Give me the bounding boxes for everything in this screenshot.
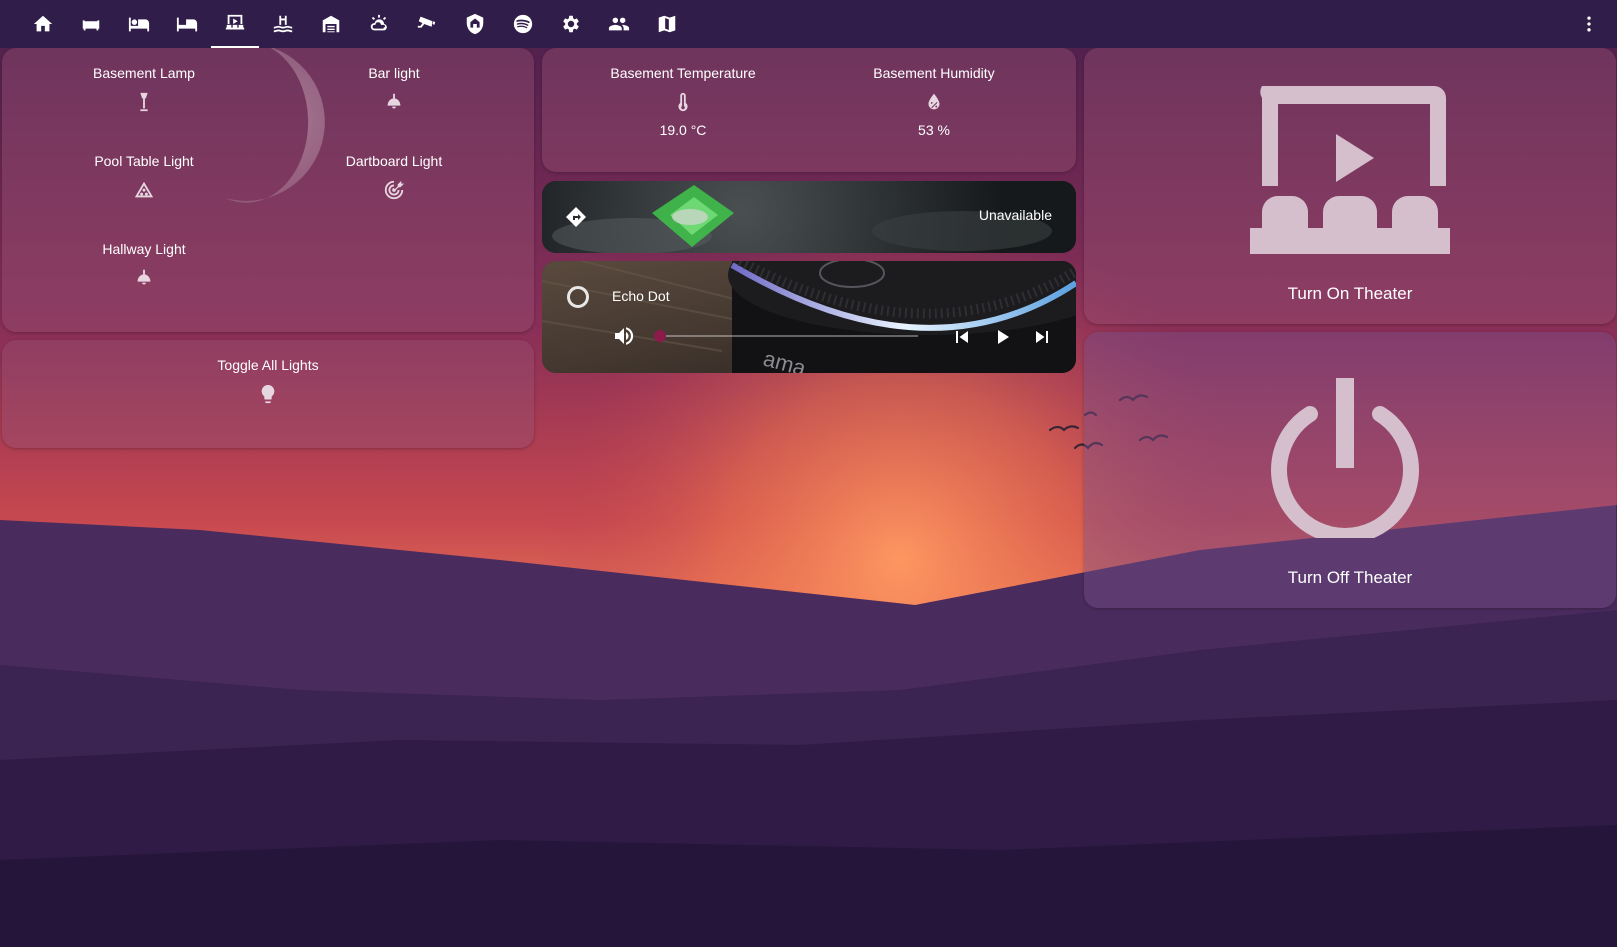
dots-vertical-icon[interactable] <box>1569 0 1609 48</box>
humidity-value: 53 % <box>918 122 950 138</box>
thermometer-icon <box>583 82 783 122</box>
alexa-ring-icon <box>567 286 589 308</box>
seek-handle[interactable] <box>654 330 666 342</box>
tile-label: Turn Off Theater <box>1287 568 1413 587</box>
dartboard-light-entity[interactable]: Dartboard Light <box>294 152 494 210</box>
cast-media-card[interactable]: Unavailable <box>542 181 1076 253</box>
media-artwork: ama <box>542 261 1076 373</box>
entity-name: Basement Temperature <box>610 65 756 81</box>
spotify-icon[interactable] <box>499 0 547 48</box>
volume-icon[interactable] <box>612 324 636 348</box>
toggle-all-lights-entity[interactable]: Toggle All Lights <box>168 356 368 414</box>
people-icon[interactable] <box>595 0 643 48</box>
top-toolbar <box>0 0 1617 48</box>
water-percent-icon <box>834 82 1034 122</box>
toggle-all-lights-card[interactable]: Toggle All Lights <box>2 340 534 448</box>
entity-name: Toggle All Lights <box>217 357 319 373</box>
ceiling-light-icon <box>294 82 494 122</box>
hallway-light-entity[interactable]: Hallway Light <box>44 240 244 298</box>
map-icon[interactable] <box>643 0 691 48</box>
sensors-card: Basement Temperature 19.0 °C Basement Hu… <box>542 48 1076 172</box>
ceiling-light-icon <box>44 258 244 298</box>
theater-icon[interactable] <box>211 0 259 48</box>
bed-empty-icon[interactable] <box>163 0 211 48</box>
next-track-icon[interactable] <box>1030 325 1054 349</box>
sofa-icon[interactable] <box>67 0 115 48</box>
entity-name: Bar light <box>368 65 420 81</box>
entity-name: Pool Table Light <box>94 153 194 169</box>
home-icon[interactable] <box>19 0 67 48</box>
basement-temperature-entity[interactable]: Basement Temperature 19.0 °C <box>583 64 783 138</box>
bed-icon[interactable] <box>115 0 163 48</box>
entity-name: Hallway Light <box>102 241 186 257</box>
floor-lamp-icon <box>44 82 244 122</box>
entity-name: Dartboard Light <box>345 153 443 169</box>
lightbulb-icon <box>168 374 368 414</box>
weather-icon[interactable] <box>355 0 403 48</box>
lights-card: Basement Lamp Bar light Pool Table Light… <box>2 48 534 332</box>
pool-icon[interactable] <box>259 0 307 48</box>
bar-light-entity[interactable]: Bar light <box>294 64 494 122</box>
billiards-icon <box>44 170 244 210</box>
tile-label: Turn On Theater <box>1287 284 1413 303</box>
play-icon[interactable] <box>990 325 1014 349</box>
power-icon <box>1270 378 1420 544</box>
bullseye-icon <box>294 170 494 210</box>
theater-icon <box>1250 86 1450 266</box>
seek-bar[interactable] <box>654 330 918 342</box>
basement-humidity-entity[interactable]: Basement Humidity 53 % <box>834 64 1034 138</box>
temperature-value: 19.0 °C <box>659 122 707 138</box>
cctv-icon[interactable] <box>403 0 451 48</box>
media-status: Unavailable <box>978 207 1052 223</box>
previous-track-icon[interactable] <box>950 325 974 349</box>
media-title: Echo Dot <box>612 288 670 304</box>
entity-name: Basement Humidity <box>873 65 995 81</box>
gear-icon[interactable] <box>547 0 595 48</box>
garage-icon[interactable] <box>307 0 355 48</box>
turn-on-theater-button[interactable]: Turn On Theater <box>1084 48 1616 324</box>
turn-off-theater-button[interactable]: Turn Off Theater <box>1084 332 1616 608</box>
basement-lamp-entity[interactable]: Basement Lamp <box>44 64 244 122</box>
cast-icon <box>564 205 588 229</box>
shield-icon[interactable] <box>451 0 499 48</box>
entity-name: Basement Lamp <box>93 65 195 81</box>
echo-dot-media-card: ama Echo Dot <box>542 261 1076 373</box>
pool-table-light-entity[interactable]: Pool Table Light <box>44 152 244 210</box>
